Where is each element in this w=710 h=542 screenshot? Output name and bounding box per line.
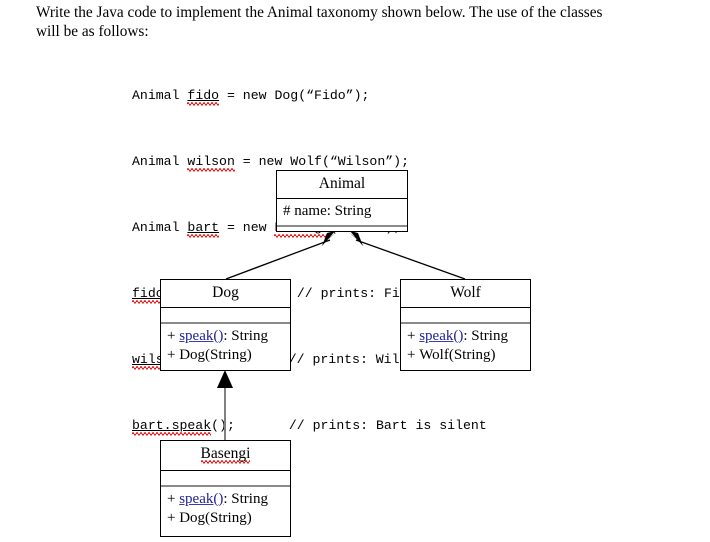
- operation-tail: Dog(String): [179, 347, 252, 363]
- uml-class-animal[interactable]: Animal # name: String: [276, 170, 408, 232]
- operation-row: + Dog(String): [167, 346, 290, 366]
- class-operations-wolf: + speak(): String + Wolf(String): [401, 324, 530, 369]
- uml-class-basengi[interactable]: Basengi + speak(): String + Dog(String): [160, 440, 291, 537]
- class-name-basengi: Basengi: [200, 445, 251, 462]
- code-identifier: bart: [187, 219, 220, 239]
- code-post: = new Wolf(“Wilson”);: [234, 153, 409, 169]
- operation-row: + Wolf(String): [407, 346, 530, 366]
- code-post: ();: [211, 417, 235, 433]
- code-line: Animal wilson = new Wolf(“Wilson”);: [132, 153, 487, 173]
- code-identifier: wilson: [187, 153, 235, 173]
- visibility-marker: +: [407, 327, 416, 344]
- code-pre: Animal: [132, 219, 188, 235]
- uml-class-dog[interactable]: Dog + speak(): String + Dog(String): [160, 279, 291, 371]
- class-name-dog: Dog: [161, 280, 290, 308]
- operation-tail: : String: [223, 327, 268, 344]
- operation-link[interactable]: speak(): [419, 328, 463, 344]
- code-sample: Animal fido = new Dog(“Fido”); Animal wi…: [132, 38, 487, 484]
- operation-row: + speak(): String: [167, 327, 290, 347]
- code-line: Animal fido = new Dog(“Fido”);: [132, 87, 487, 107]
- class-attributes-dog: [161, 308, 290, 324]
- code-identifier: fido: [187, 87, 220, 107]
- visibility-marker: +: [167, 327, 176, 344]
- operation-link[interactable]: speak(): [179, 491, 223, 507]
- code-comment: // prints: Bart is silent: [288, 417, 487, 433]
- operation-row: + speak(): String: [167, 490, 290, 510]
- code-post: = new: [219, 219, 275, 235]
- operation-row: + Dog(String): [167, 509, 290, 529]
- code-line: bart.speak(); // prints: Bart is silent: [132, 417, 487, 437]
- visibility-marker: +: [167, 347, 176, 363]
- class-name-wolf: Wolf: [401, 280, 530, 308]
- operation-tail: : String: [463, 327, 508, 344]
- class-attributes-basengi: [161, 471, 290, 487]
- uml-class-wolf[interactable]: Wolf + speak(): String + Wolf(String): [400, 279, 531, 371]
- operation-tail: : String: [223, 490, 268, 507]
- visibility-marker: +: [167, 510, 176, 526]
- visibility-marker: +: [167, 490, 176, 507]
- class-operations-basengi: + speak(): String + Dog(String): [161, 487, 290, 532]
- class-operations-animal: [277, 227, 407, 245]
- class-operations-dog: + speak(): String + Dog(String): [161, 324, 290, 369]
- class-attributes-wolf: [401, 308, 530, 324]
- class-name-basengi-wrap: Basengi: [161, 441, 290, 471]
- class-attributes-animal: # name: String: [277, 199, 407, 227]
- page-root: Write the Java code to implement the Ani…: [0, 0, 710, 542]
- class-name-animal: Animal: [277, 171, 407, 199]
- visibility-marker: +: [407, 347, 416, 363]
- operation-tail: Wolf(String): [419, 347, 496, 363]
- code-post: = new Dog(“Fido”);: [219, 87, 370, 103]
- code-identifier: bart.speak: [132, 417, 212, 437]
- prompt-line-1: Write the Java code to implement the Ani…: [36, 4, 603, 21]
- code-pre: Animal: [132, 87, 188, 103]
- operation-row: + speak(): String: [407, 327, 530, 347]
- prompt-text: Write the Java code to implement the Ani…: [36, 3, 664, 41]
- code-pre: Animal: [132, 153, 188, 169]
- operation-link[interactable]: speak(): [179, 328, 223, 344]
- operation-tail: Dog(String): [179, 510, 252, 526]
